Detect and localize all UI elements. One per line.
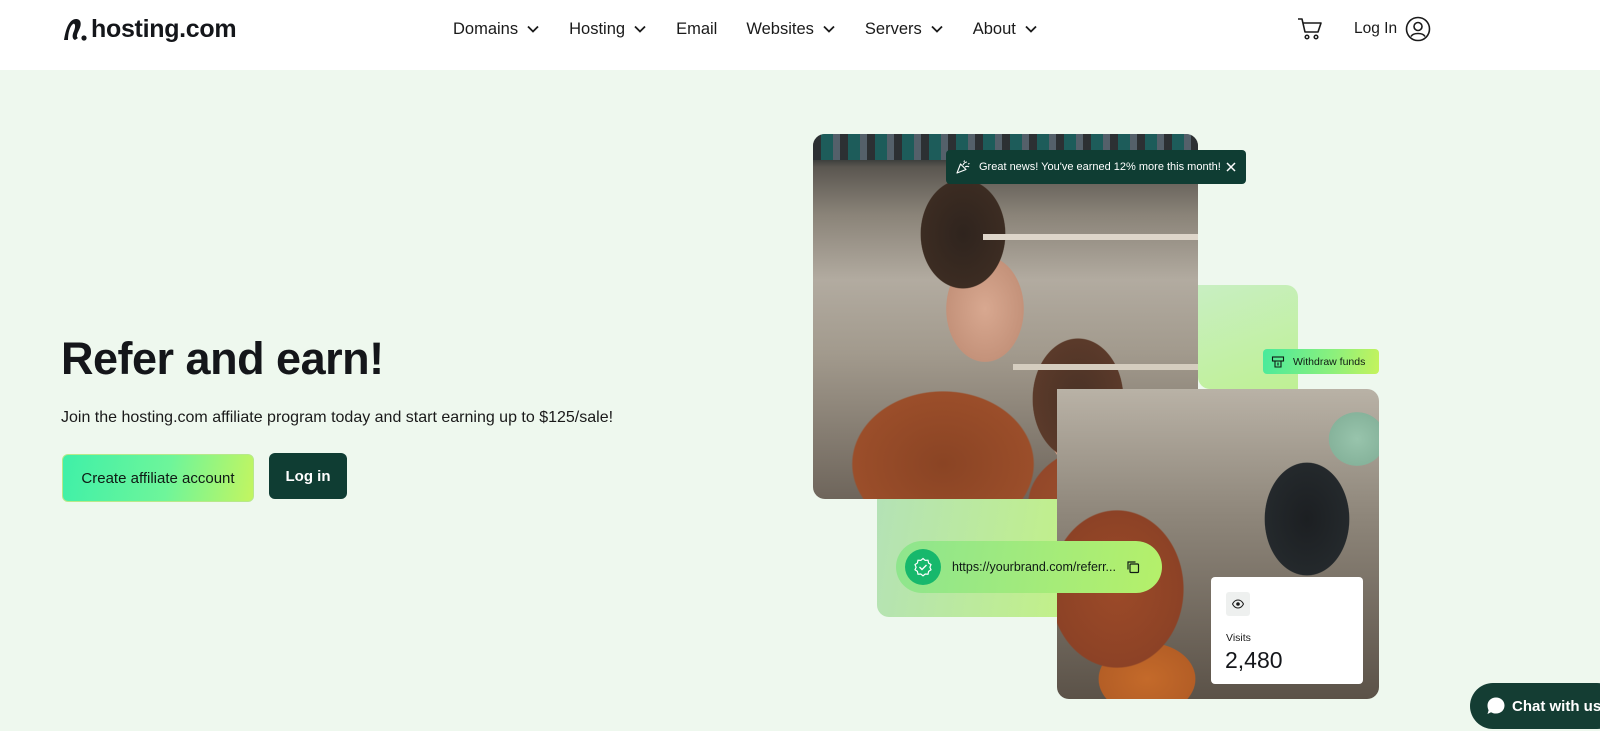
nav-domains[interactable]: Domains xyxy=(453,18,540,40)
nav-websites[interactable]: Websites xyxy=(746,18,836,40)
copy-icon[interactable] xyxy=(1126,560,1140,574)
party-popper-icon xyxy=(956,160,970,174)
login-button[interactable]: Log in xyxy=(269,453,347,499)
nav-about-label: About xyxy=(972,19,1016,38)
withdraw-funds-label: Withdraw funds xyxy=(1293,355,1366,368)
visits-card: Visits 2,480 xyxy=(1211,577,1363,684)
header-login-label: Log In xyxy=(1354,20,1398,37)
wallet-icon xyxy=(1271,355,1285,368)
chevron-down-icon xyxy=(1025,25,1037,33)
nav-servers[interactable]: Servers xyxy=(865,18,944,40)
toast-text: Great news! You've earned 12% more this … xyxy=(979,161,1221,173)
user-icon xyxy=(1405,16,1431,42)
chevron-down-icon xyxy=(634,25,646,33)
nav-hosting[interactable]: Hosting xyxy=(569,18,647,40)
chevron-down-icon xyxy=(823,25,835,33)
logo[interactable]: hosting.com xyxy=(61,12,237,46)
nav-hosting-label: Hosting xyxy=(569,19,626,38)
chat-bubble-icon xyxy=(1487,697,1505,714)
withdraw-funds-chip[interactable]: Withdraw funds xyxy=(1263,349,1379,374)
verified-badge xyxy=(905,549,941,585)
page-title: Refer and earn! xyxy=(61,333,384,384)
verified-badge-icon xyxy=(914,557,932,577)
eye-icon xyxy=(1232,599,1244,609)
hero-subtitle: Join the hosting.com affiliate program t… xyxy=(61,409,614,426)
header-login-link[interactable]: Log In xyxy=(1354,16,1431,42)
chevron-down-icon xyxy=(527,25,539,33)
nav-email-label: Email xyxy=(676,19,718,38)
chat-label: Chat with us xyxy=(1512,697,1600,715)
nav-websites-label: Websites xyxy=(746,19,814,38)
photo-detail-shelf xyxy=(1013,364,1198,370)
nav-about[interactable]: About xyxy=(973,18,1038,40)
nav-domains-label: Domains xyxy=(453,19,519,38)
earnings-toast: Great news! You've earned 12% more this … xyxy=(946,150,1246,184)
chat-widget-button[interactable]: Chat with us xyxy=(1470,683,1600,729)
close-icon[interactable] xyxy=(1224,160,1238,174)
chevron-down-icon xyxy=(931,25,943,33)
main-nav: Domains Hosting Email Websites Servers A… xyxy=(453,18,1067,40)
referral-link-pill: https://yourbrand.com/referr... xyxy=(896,541,1162,593)
nav-servers-label: Servers xyxy=(864,19,922,38)
site-header: hosting.com Domains Hosting Email Websit… xyxy=(0,0,1600,70)
cart-icon[interactable] xyxy=(1297,17,1323,41)
photo-detail-shelf xyxy=(983,234,1198,240)
visits-count: 2,480 xyxy=(1225,647,1283,673)
nav-email[interactable]: Email xyxy=(676,18,717,40)
logo-text: hosting.com xyxy=(91,14,237,43)
create-affiliate-account-button[interactable]: Create affiliate account xyxy=(62,454,254,502)
visits-label: Visits xyxy=(1226,632,1251,644)
logo-mark-icon xyxy=(64,19,87,41)
referral-url: https://yourbrand.com/referr... xyxy=(952,560,1116,574)
eye-icon-box xyxy=(1226,592,1250,616)
